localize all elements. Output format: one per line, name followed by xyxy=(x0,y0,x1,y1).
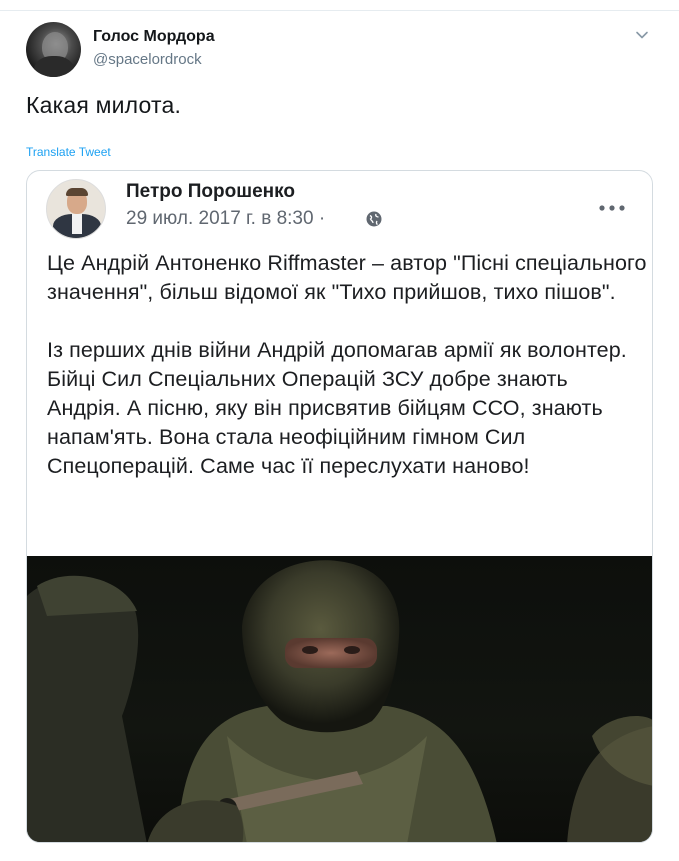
display-name[interactable]: Голос Мордора xyxy=(93,28,215,46)
avatar[interactable] xyxy=(26,22,81,77)
post-author-avatar xyxy=(46,179,106,239)
post-date: 29 июл. 2017 г. в 8:30 · xyxy=(126,208,325,230)
post-paragraph-2: Із перших днів війни Андрій допомагав ар… xyxy=(47,338,627,478)
embedded-post-image[interactable]: Петро Порошенко 29 июл. 2017 г. в 8:30 ·… xyxy=(26,170,653,843)
chevron-down-icon[interactable] xyxy=(634,27,650,43)
tweet-text: Какая милота. xyxy=(26,92,182,118)
post-paragraph-1: Це Андрій Антоненко Riffmaster – автор "… xyxy=(47,251,647,304)
user-handle[interactable]: @spacelordrock xyxy=(93,51,202,68)
post-date-separator: · xyxy=(318,208,326,229)
post-date-text: 29 июл. 2017 г. в 8:30 xyxy=(126,208,314,229)
tweet-header: Голос Мордора @spacelordrock xyxy=(0,0,679,90)
post-author-name: Петро Порошенко xyxy=(126,181,295,202)
translate-tweet-link[interactable]: Translate Tweet xyxy=(26,145,111,159)
more-horizontal-icon xyxy=(599,205,625,211)
post-photo xyxy=(27,556,652,842)
globe-icon xyxy=(366,211,382,227)
post-text: Це Андрій Антоненко Riffmaster – автор "… xyxy=(47,249,647,481)
